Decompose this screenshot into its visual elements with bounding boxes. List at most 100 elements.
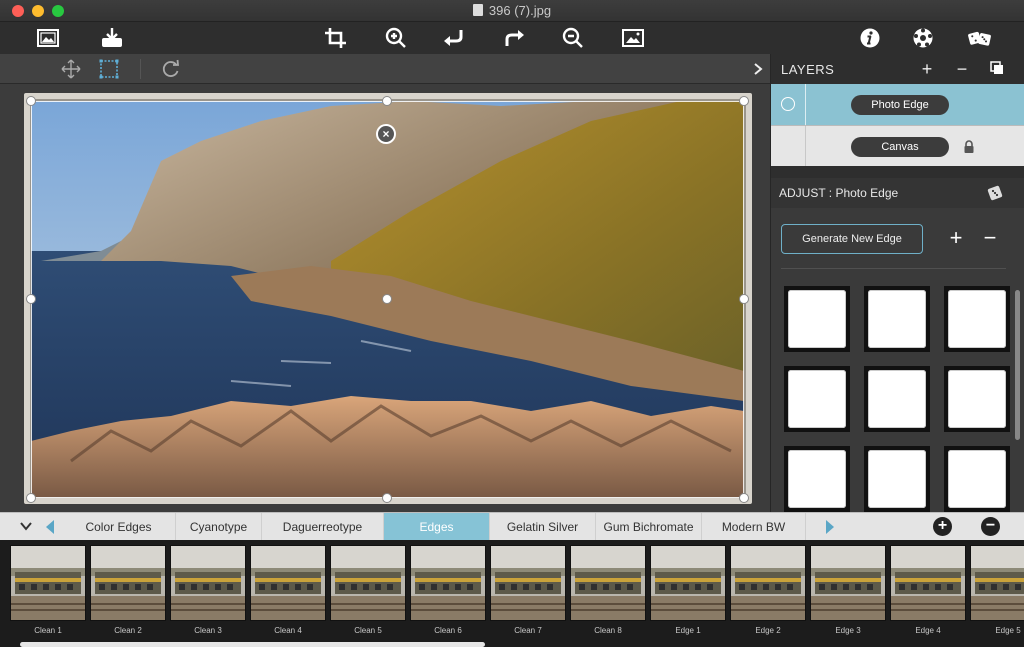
preset-thumbnail[interactable]	[890, 545, 966, 621]
move-tool-button[interactable]	[59, 58, 83, 80]
toolbar-divider	[140, 59, 141, 79]
refresh-icon	[162, 59, 179, 77]
remove-category-button[interactable]: −	[981, 517, 1000, 536]
duplicate-layer-button[interactable]	[987, 59, 1007, 79]
presets-button[interactable]	[909, 25, 937, 51]
train-thumbnail-image	[11, 546, 85, 620]
randomize-button[interactable]	[966, 25, 994, 51]
preset-thumbnail[interactable]	[730, 545, 806, 621]
resize-handle-right[interactable]	[739, 294, 749, 304]
edge-shape-thumb[interactable]	[944, 286, 1010, 352]
generate-new-edge-button[interactable]: Generate New Edge	[781, 224, 923, 254]
add-layer-button[interactable]: +	[917, 59, 937, 79]
image-browser-button[interactable]	[34, 25, 62, 51]
info-button[interactable]	[856, 25, 884, 51]
category-tab[interactable]: Color Edges	[62, 513, 176, 541]
expand-panel-button[interactable]	[746, 58, 770, 80]
edge-shape-thumb[interactable]	[784, 446, 850, 512]
select-rect-icon	[99, 59, 119, 79]
layer-name: Photo Edge	[851, 95, 949, 115]
edge-grid-scrollbar[interactable]	[1015, 290, 1020, 440]
preset-thumbnail[interactable]	[650, 545, 726, 621]
resize-handle-bottom-right[interactable]	[739, 493, 749, 503]
preset-label: Edge 3	[835, 626, 861, 635]
category-tab[interactable]: Modern BW	[702, 513, 806, 541]
zoom-in-button[interactable]	[382, 25, 410, 51]
preset-label: Clean 2	[114, 626, 142, 635]
remove-layer-button[interactable]: −	[952, 59, 972, 79]
resize-handle-bottom-left[interactable]	[26, 493, 36, 503]
edge-shape-thumb[interactable]	[944, 446, 1010, 512]
layers-footer	[771, 166, 1024, 178]
dice-icon[interactable]	[987, 185, 1005, 201]
preset-thumbnail[interactable]	[10, 545, 86, 621]
category-tab[interactable]: Gum Bichromate	[596, 513, 702, 541]
resize-handle-top-right[interactable]	[739, 96, 749, 106]
resize-handle-top[interactable]	[382, 96, 392, 106]
preset-thumbnail[interactable]	[570, 545, 646, 621]
edge-shape-thumb[interactable]	[784, 286, 850, 352]
filter-category-bar: Color Edges Cyanotype Daguerreotype Edges Ge…	[0, 512, 1024, 541]
resize-handle-top-left[interactable]	[26, 96, 36, 106]
filmstrip-scrollbar[interactable]	[20, 642, 485, 647]
preset-thumbnail[interactable]	[250, 545, 326, 621]
layers-header: LAYERS + −	[771, 54, 1024, 84]
preset-thumbnail[interactable]	[330, 545, 406, 621]
zoom-out-button[interactable]	[559, 25, 587, 51]
edge-shape-thumb[interactable]	[864, 286, 930, 352]
crop-button[interactable]	[322, 25, 350, 51]
adjust-title: ADJUST : Photo Edge	[779, 186, 899, 200]
move-icon	[61, 59, 81, 79]
resize-handle-bottom[interactable]	[382, 493, 392, 503]
add-category-button[interactable]: +	[933, 517, 952, 536]
lock-icon[interactable]	[963, 140, 975, 154]
rotate-button[interactable]	[159, 58, 183, 80]
fit-photo-button[interactable]	[619, 25, 647, 51]
zoom-in-icon	[385, 27, 406, 48]
layer-visibility-toggle[interactable]	[781, 97, 795, 111]
edge-shape-thumb[interactable]	[864, 446, 930, 512]
preset-thumbnail[interactable]	[410, 545, 486, 621]
edge-shape-thumb[interactable]	[944, 366, 1010, 432]
category-tab[interactable]: Daguerreotype	[262, 513, 384, 541]
scroll-right-icon[interactable]	[824, 519, 836, 535]
info-icon	[860, 28, 880, 48]
category-tab[interactable]: Edges	[384, 513, 490, 541]
zoom-out-icon	[562, 27, 583, 48]
redo-button[interactable]	[500, 25, 528, 51]
preset-label: Clean 6	[434, 626, 462, 635]
select-tool-button[interactable]	[97, 58, 121, 80]
preset-thumbnail[interactable]	[810, 545, 886, 621]
undo-button[interactable]	[440, 25, 468, 51]
preset-thumbnail[interactable]	[170, 545, 246, 621]
category-tab[interactable]: Gelatin Silver	[490, 513, 596, 541]
download-icon	[102, 28, 122, 47]
preset-thumbnail[interactable]	[970, 545, 1024, 621]
layer-row-canvas[interactable]: Canvas	[771, 125, 1024, 167]
train-thumbnail-image	[571, 546, 645, 620]
preset-label: Edge 5	[995, 626, 1021, 635]
canvas-area[interactable]: ×	[0, 84, 770, 512]
add-edge-button[interactable]: +	[946, 226, 966, 250]
train-thumbnail-image	[411, 546, 485, 620]
chevron-down-icon[interactable]	[18, 518, 34, 534]
resize-handle-left[interactable]	[26, 294, 36, 304]
preset-thumbnail[interactable]	[90, 545, 166, 621]
redo-icon	[505, 30, 524, 46]
preset-label: Edge 1	[675, 626, 701, 635]
category-tab[interactable]: Cyanotype	[176, 513, 262, 541]
train-thumbnail-image	[331, 546, 405, 620]
scroll-left-icon[interactable]	[44, 519, 56, 535]
center-handle[interactable]	[382, 294, 392, 304]
preset-filmstrip: Clean 1 Clean 2 Clean 3 Clean 4 Clean 5 Clean…	[0, 540, 1024, 647]
train-thumbnail-image	[491, 546, 565, 620]
edge-shape-thumb[interactable]	[784, 366, 850, 432]
remove-edge-button[interactable]: −	[980, 226, 1000, 250]
right-panel: LAYERS + − Photo Edge Canvas ADJUST : Ph…	[770, 54, 1024, 512]
preset-thumbnail[interactable]	[490, 545, 566, 621]
adjust-divider	[781, 268, 1006, 269]
remove-selection-icon[interactable]: ×	[376, 124, 396, 144]
layer-row-photo-edge[interactable]: Photo Edge	[771, 84, 1024, 125]
edge-shape-thumb[interactable]	[864, 366, 930, 432]
export-button[interactable]	[98, 25, 126, 51]
